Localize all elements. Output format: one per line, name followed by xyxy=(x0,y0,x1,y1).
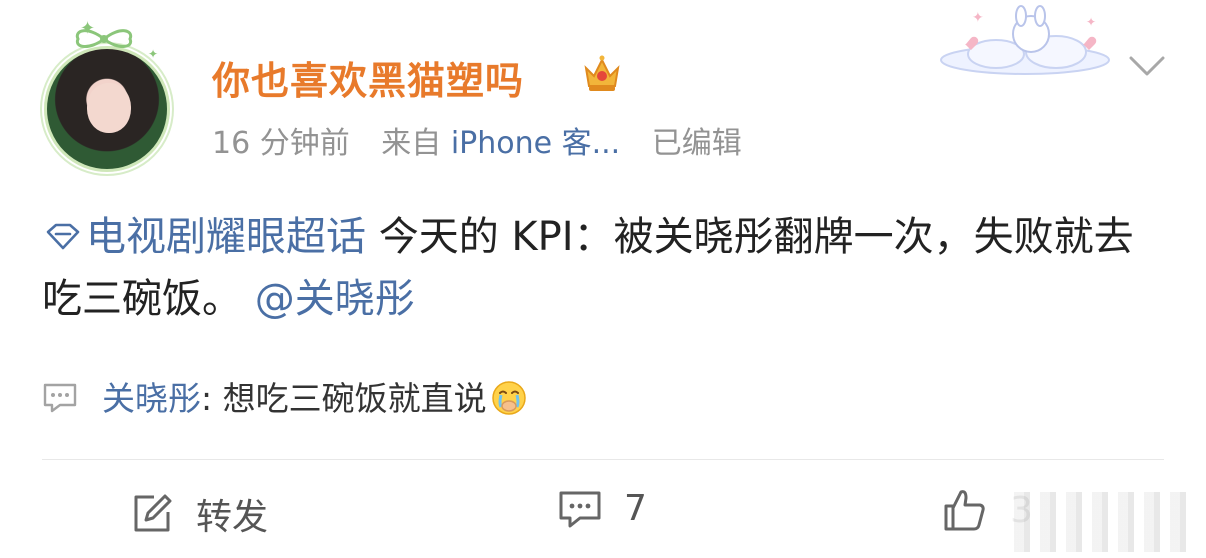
avatar[interactable] xyxy=(44,46,170,172)
crying-emoji-icon xyxy=(491,381,526,415)
svg-text:✦: ✦ xyxy=(972,10,984,26)
repost-icon xyxy=(134,494,172,532)
comment-preview[interactable]: 关晓彤: 想吃三碗饭就直说 xyxy=(42,372,527,420)
avatar-face xyxy=(87,83,131,133)
post-time: 16 分钟前 xyxy=(212,126,350,161)
mention-link[interactable]: @关晓彤 xyxy=(255,276,415,322)
post-content: 电视剧耀眼超话 今天的 KPI：被关晓彤翻牌一次，失败就去吃三碗饭。 @关晓彤 xyxy=(42,206,1172,330)
comment-icon xyxy=(559,491,601,527)
repost-label: 转发 xyxy=(196,497,269,538)
source-prefix: 来自 xyxy=(381,126,442,161)
edited-label[interactable]: 已编辑 xyxy=(652,126,742,161)
bunny-cloud-sticker: ✦ ✦ xyxy=(940,5,1110,75)
repost-button[interactable]: 转发 xyxy=(130,488,268,540)
weibo-post: ✦ ✦ 你也喜欢黑猫塑吗 16 分钟前 来自 iPhone 客... 已编辑 ✦… xyxy=(0,0,1206,558)
author-name[interactable]: 你也喜欢黑猫塑吗 xyxy=(212,50,524,105)
source-app-link[interactable]: iPhone 客... xyxy=(451,126,620,161)
topic-link[interactable]: 电视剧耀眼超话 xyxy=(42,214,366,260)
bow-icon xyxy=(75,29,133,48)
comment-text: 想吃三碗饭就直说 xyxy=(222,379,487,418)
topic-label[interactable]: 电视剧耀眼超话 xyxy=(86,214,366,260)
crown-icon xyxy=(584,55,620,91)
chevron-down-icon[interactable] xyxy=(1128,54,1166,78)
avatar-frame[interactable]: ✦ ✦ xyxy=(40,20,170,172)
svg-text:✦: ✦ xyxy=(1086,15,1096,29)
comment-separator: : xyxy=(201,379,223,418)
thumbs-up-icon xyxy=(944,490,985,531)
comment-user-link[interactable]: 关晓彤 xyxy=(102,379,201,418)
diamond-icon xyxy=(46,223,80,250)
comment-icon xyxy=(43,383,77,413)
post-meta: 16 分钟前 来自 iPhone 客... 已编辑 xyxy=(212,118,764,162)
sparkle-icon: ✦ xyxy=(148,47,159,61)
comment-button[interactable]: 7 xyxy=(558,488,647,529)
comment-count: 7 xyxy=(624,488,647,529)
divider xyxy=(42,459,1164,460)
obscured-area xyxy=(1004,492,1194,552)
